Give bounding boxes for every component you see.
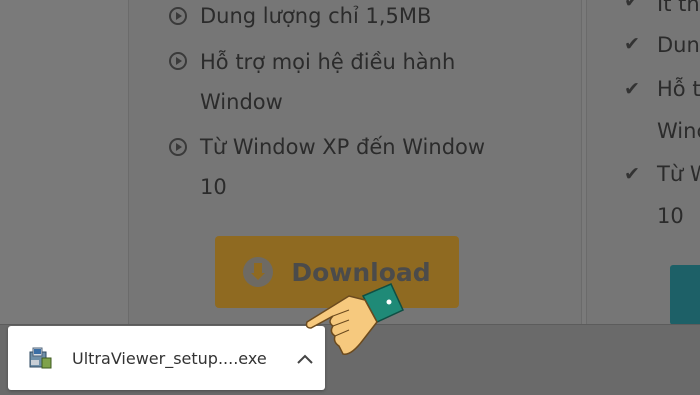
feature-text: 10 — [200, 175, 227, 199]
feature-text: Window — [200, 90, 283, 114]
play-circle-icon — [169, 138, 187, 156]
download-file-name: UltraViewer_setup....exe — [72, 349, 267, 368]
feature-text: Dung — [657, 33, 700, 57]
play-circle-icon — [169, 52, 187, 70]
feature-text: 10 — [657, 204, 684, 228]
check-icon: ✔ — [624, 33, 640, 55]
check-icon: ✔ — [624, 163, 640, 185]
right-card-button[interactable] — [670, 265, 700, 325]
check-icon: ✔ — [624, 78, 640, 100]
feature-text: Dung lượng chỉ 1,5MB — [200, 4, 432, 28]
feature-text: Từ W — [657, 162, 700, 186]
play-circle-icon — [169, 7, 187, 25]
installer-file-icon — [29, 347, 52, 369]
feature-text: Winc — [657, 119, 700, 143]
feature-text: Từ Window XP đến Window — [200, 135, 486, 159]
feature-text: Hỗ t — [657, 77, 700, 101]
download-arrow-icon — [243, 257, 274, 287]
pointing-hand-icon — [305, 283, 404, 355]
feature-text: It th — [657, 0, 700, 16]
feature-text: Hỗ trợ mọi hệ điều hành — [200, 50, 456, 74]
check-icon: ✔ — [624, 0, 640, 12]
